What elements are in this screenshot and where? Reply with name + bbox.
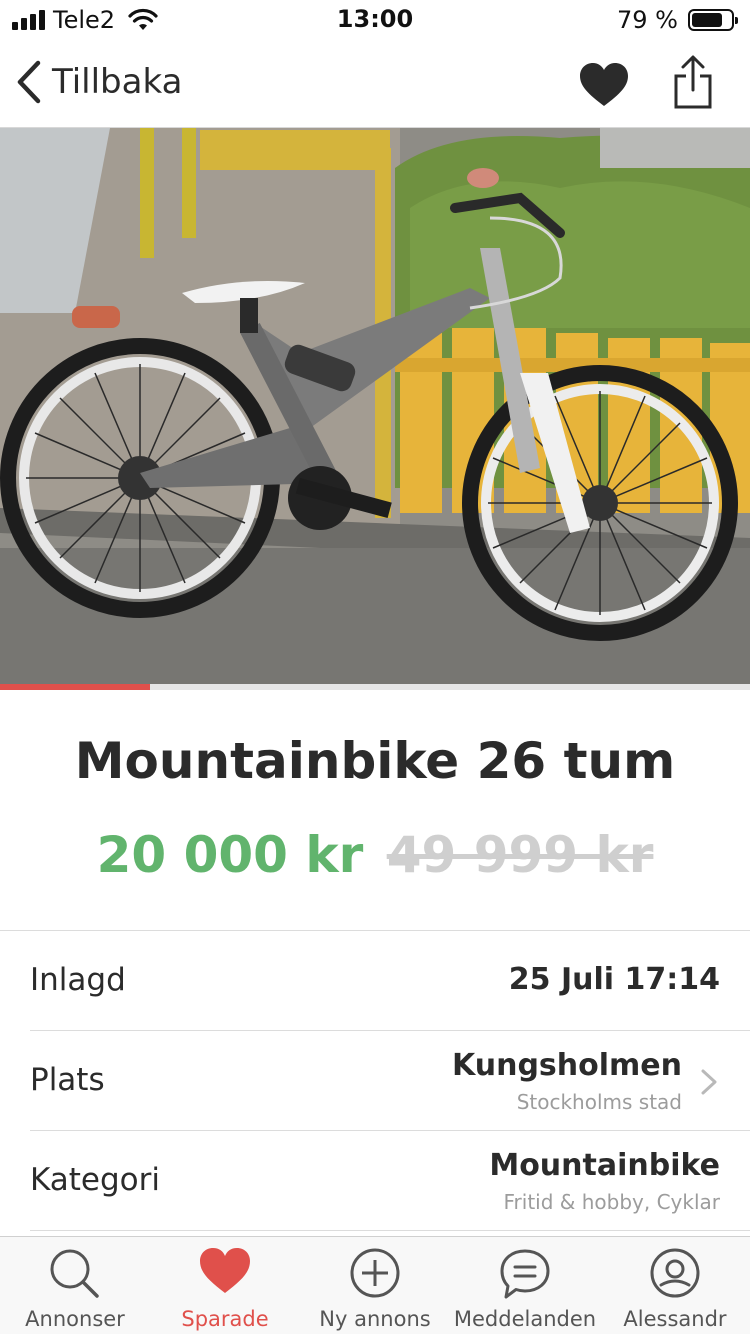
divider	[30, 1230, 750, 1231]
tab-label: Sparade	[181, 1307, 269, 1331]
detail-row-category: Kategori Mountainbike Fritid & hobby, Cy…	[0, 1130, 750, 1230]
tab-label: Ny annons	[319, 1307, 431, 1331]
chat-icon	[500, 1249, 550, 1299]
original-price: 49 999 kr	[386, 826, 654, 884]
navigation-bar: Tillbaka	[0, 40, 750, 128]
tab-profile[interactable]: Alessandr	[600, 1237, 750, 1334]
tab-ny-annons[interactable]: Ny annons	[300, 1237, 450, 1334]
back-label: Tillbaka	[52, 62, 183, 102]
detail-row-location[interactable]: Plats Kungsholmen Stockholms stad	[0, 1030, 750, 1130]
listing-title: Mountainbike 26 tum	[74, 732, 676, 790]
tab-label: Alessandr	[623, 1307, 727, 1331]
plus-circle-icon	[350, 1248, 400, 1298]
location-label: Plats	[30, 1062, 105, 1098]
current-price: 20 000 kr	[96, 826, 364, 884]
tab-annonser[interactable]: Annonser	[0, 1237, 150, 1334]
price-row: 20 000 kr 49 999 kr	[0, 826, 750, 884]
tab-sparade[interactable]: Sparade	[150, 1237, 300, 1334]
category-value: Mountainbike	[489, 1148, 720, 1183]
heart-icon	[200, 1248, 250, 1293]
favorite-heart-button[interactable]	[578, 62, 630, 108]
profile-icon	[650, 1248, 700, 1298]
posted-label: Inlagd	[30, 962, 126, 998]
battery-percent: 79 %	[617, 6, 678, 34]
gallery-progress	[0, 684, 750, 690]
listing-photo[interactable]	[0, 128, 750, 684]
tab-label: Meddelanden	[453, 1307, 597, 1331]
tab-bar: Annonser Sparade Ny annons Meddelanden A…	[0, 1236, 750, 1334]
tab-meddelanden[interactable]: Meddelanden	[450, 1237, 600, 1334]
back-button[interactable]: Tillbaka	[16, 60, 182, 104]
status-bar: Tele2 13:00 79 %	[0, 0, 750, 40]
location-value: Kungsholmen	[452, 1048, 682, 1083]
tab-label: Annonser	[25, 1307, 125, 1331]
battery-icon	[688, 9, 738, 31]
chevron-left-icon	[17, 60, 41, 104]
location-subtext: Stockholms stad	[516, 1090, 682, 1114]
bike-photo-illustration	[0, 128, 750, 684]
search-icon	[50, 1249, 99, 1298]
category-label: Kategori	[30, 1162, 161, 1198]
share-button[interactable]	[672, 54, 714, 110]
posted-value: 25 Juli 17:14	[508, 962, 720, 997]
detail-row-posted: Inlagd 25 Juli 17:14	[0, 930, 750, 1030]
category-subtext: Fritid & hobby, Cyklar	[503, 1190, 720, 1214]
chevron-right-icon	[701, 1069, 717, 1095]
